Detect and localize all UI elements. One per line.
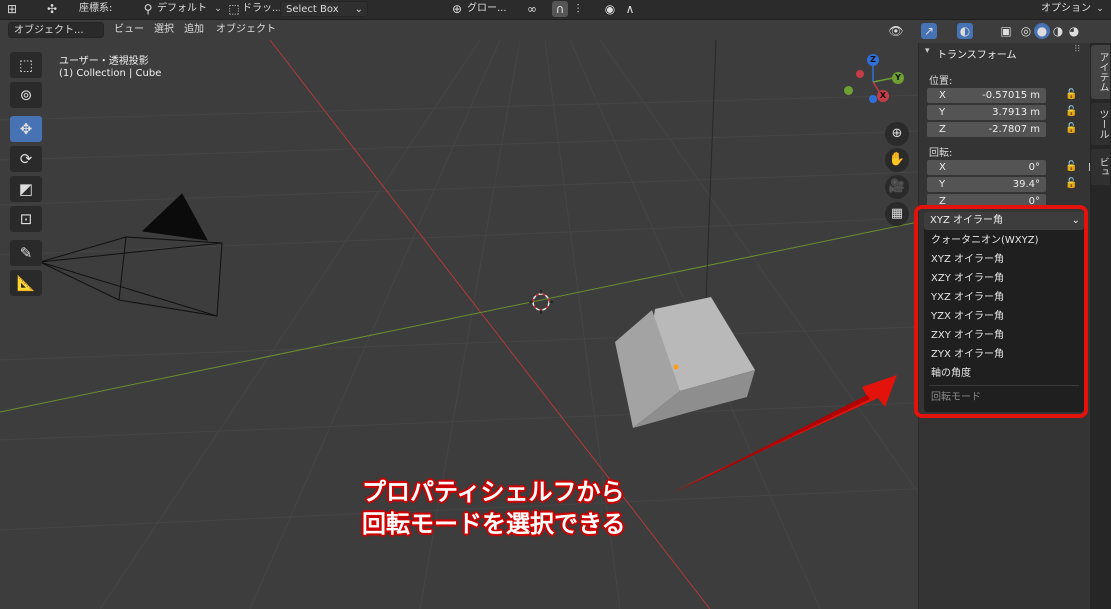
- rotate-tool-icon[interactable]: ⟳: [10, 146, 42, 172]
- chevron-down-icon: ⌄: [214, 4, 222, 14]
- gizmo-toggle-icon[interactable]: ↗: [921, 23, 937, 39]
- orientation-dropdown[interactable]: デフォルト: [153, 1, 211, 17]
- collection-info-label: (1) Collection | Cube: [59, 68, 162, 79]
- annotation-line-2: 回転モードを選択できる: [362, 510, 626, 538]
- sidebar-tabs: アイテム ツール ビュー: [1082, 43, 1111, 609]
- top-header-bar: ⊞ ✣ 座標系: ⚲ デフォルト ⌄ ⬚ ドラッ... Select Box ⌄ …: [0, 0, 1111, 20]
- snap-link-icon[interactable]: ∞: [524, 1, 540, 17]
- drag-label[interactable]: ドラッ...: [238, 1, 286, 17]
- highlight-frame: [914, 205, 1088, 418]
- y-axis-line: [0, 221, 919, 413]
- coordinate-system-label: 座標系:: [79, 3, 113, 14]
- snap-magnet-icon[interactable]: ∩: [552, 1, 568, 17]
- falloff-icon[interactable]: ∧: [622, 1, 638, 17]
- gizmo-neg-z-dot[interactable]: [869, 95, 877, 103]
- visibility-eye-icon[interactable]: 👁: [888, 23, 904, 39]
- snap-target-icon[interactable]: ⫶: [570, 1, 586, 17]
- xray-icon[interactable]: ▣: [998, 23, 1014, 39]
- tab-tool[interactable]: ツール: [1091, 103, 1110, 145]
- location-x-field[interactable]: X -0.57015 m: [927, 88, 1046, 103]
- chevron-down-icon: ⌄: [354, 4, 363, 15]
- mode-select-value: オブジェクト...: [14, 25, 84, 36]
- navigation-gizmo[interactable]: Z Y X: [840, 52, 910, 112]
- gizmo-neg-x-dot[interactable]: [856, 70, 864, 78]
- viewport-header-menu: オブジェクト... ビュー 選択 追加 オブジェクト: [0, 21, 920, 40]
- rotation-label: 回転:: [929, 148, 953, 159]
- cube-object: [615, 297, 755, 428]
- tool-shelf: ⬚ ⊚ ✥ ⟳ ◩ ⊡ ✎ 📐: [8, 50, 44, 300]
- ortho-grid-icon[interactable]: ▦: [885, 202, 909, 226]
- shading-material-icon[interactable]: ◑: [1050, 23, 1066, 39]
- editor-type-icon[interactable]: ⊞: [4, 1, 20, 17]
- location-y-field[interactable]: Y 3.7913 m: [927, 105, 1046, 120]
- shading-rendered-icon[interactable]: ◕: [1066, 23, 1082, 39]
- scale-tool-icon[interactable]: ◩: [10, 176, 42, 202]
- tab-item[interactable]: アイテム: [1091, 45, 1110, 99]
- menu-add[interactable]: 追加: [180, 22, 208, 38]
- z-axis-line: [705, 39, 717, 301]
- collapse-arrow-icon[interactable]: ▾: [925, 46, 930, 56]
- camera-object: [39, 193, 223, 317]
- view-name-label: ユーザー・透視投影: [59, 56, 149, 67]
- annotation-line-1: プロパティシェルフから: [362, 478, 625, 506]
- transform-tool-icon[interactable]: ⊡: [10, 206, 42, 232]
- mode-select-dropdown[interactable]: オブジェクト...: [8, 22, 104, 38]
- gizmo-z-icon[interactable]: Z: [867, 54, 879, 66]
- lock-icon[interactable]: 🔓: [1065, 123, 1077, 134]
- menu-select[interactable]: 選択: [150, 22, 178, 38]
- annotation-caption: プロパティシェルフから 回転モードを選択できる: [362, 476, 682, 540]
- chevron-down-icon: ⌄: [1096, 4, 1104, 14]
- camera-view-icon[interactable]: 🎥: [885, 175, 909, 199]
- cursor-tool-icon[interactable]: ⊚: [10, 82, 42, 108]
- move-tool-icon[interactable]: ✥: [10, 116, 42, 142]
- menu-object[interactable]: オブジェクト: [212, 22, 280, 38]
- gizmo-neg-y-dot[interactable]: [844, 86, 853, 95]
- select-mode-dropdown[interactable]: Select Box ⌄: [280, 1, 368, 17]
- pivot-dropdown[interactable]: グロー...: [463, 1, 511, 17]
- select-mode-value: Select Box: [286, 4, 339, 15]
- rotation-y-field[interactable]: Y 39.4°: [927, 177, 1046, 192]
- measure-tool-icon[interactable]: 📐: [10, 270, 42, 296]
- lock-icon[interactable]: 🔓: [1065, 106, 1077, 117]
- gizmo-y-icon[interactable]: Y: [892, 72, 904, 84]
- options-menu[interactable]: オプション: [1037, 1, 1095, 17]
- menu-view[interactable]: ビュー: [110, 22, 148, 38]
- shading-wireframe-icon[interactable]: ◎: [1018, 23, 1034, 39]
- tab-view[interactable]: ビュー: [1082, 149, 1110, 185]
- shading-solid-icon[interactable]: ●: [1034, 23, 1050, 39]
- select-box-tool-icon[interactable]: ⬚: [10, 52, 42, 78]
- drag-handle-icon[interactable]: ⠿: [1074, 45, 1081, 55]
- overlay-toggle-icon[interactable]: ◐: [957, 23, 973, 39]
- proportional-edit-icon[interactable]: ◉: [602, 1, 618, 17]
- 3d-cursor: [529, 290, 553, 314]
- lock-icon[interactable]: 🔓: [1065, 178, 1077, 189]
- transform-section-title[interactable]: トランスフォーム: [937, 46, 1017, 61]
- pan-hand-icon[interactable]: ✋: [885, 148, 909, 172]
- location-z-field[interactable]: Z -2.7807 m: [927, 122, 1046, 137]
- gizmo-x-icon[interactable]: X: [877, 90, 889, 102]
- transform-orientation-icon[interactable]: ✣: [44, 1, 60, 17]
- lock-icon[interactable]: 🔓: [1065, 161, 1077, 172]
- zoom-icon[interactable]: ⊕: [885, 122, 909, 146]
- rotation-x-field[interactable]: X 0°: [927, 160, 1046, 175]
- lock-icon[interactable]: 🔓: [1065, 89, 1077, 100]
- location-label: 位置:: [929, 76, 953, 87]
- annotate-tool-icon[interactable]: ✎: [10, 240, 42, 266]
